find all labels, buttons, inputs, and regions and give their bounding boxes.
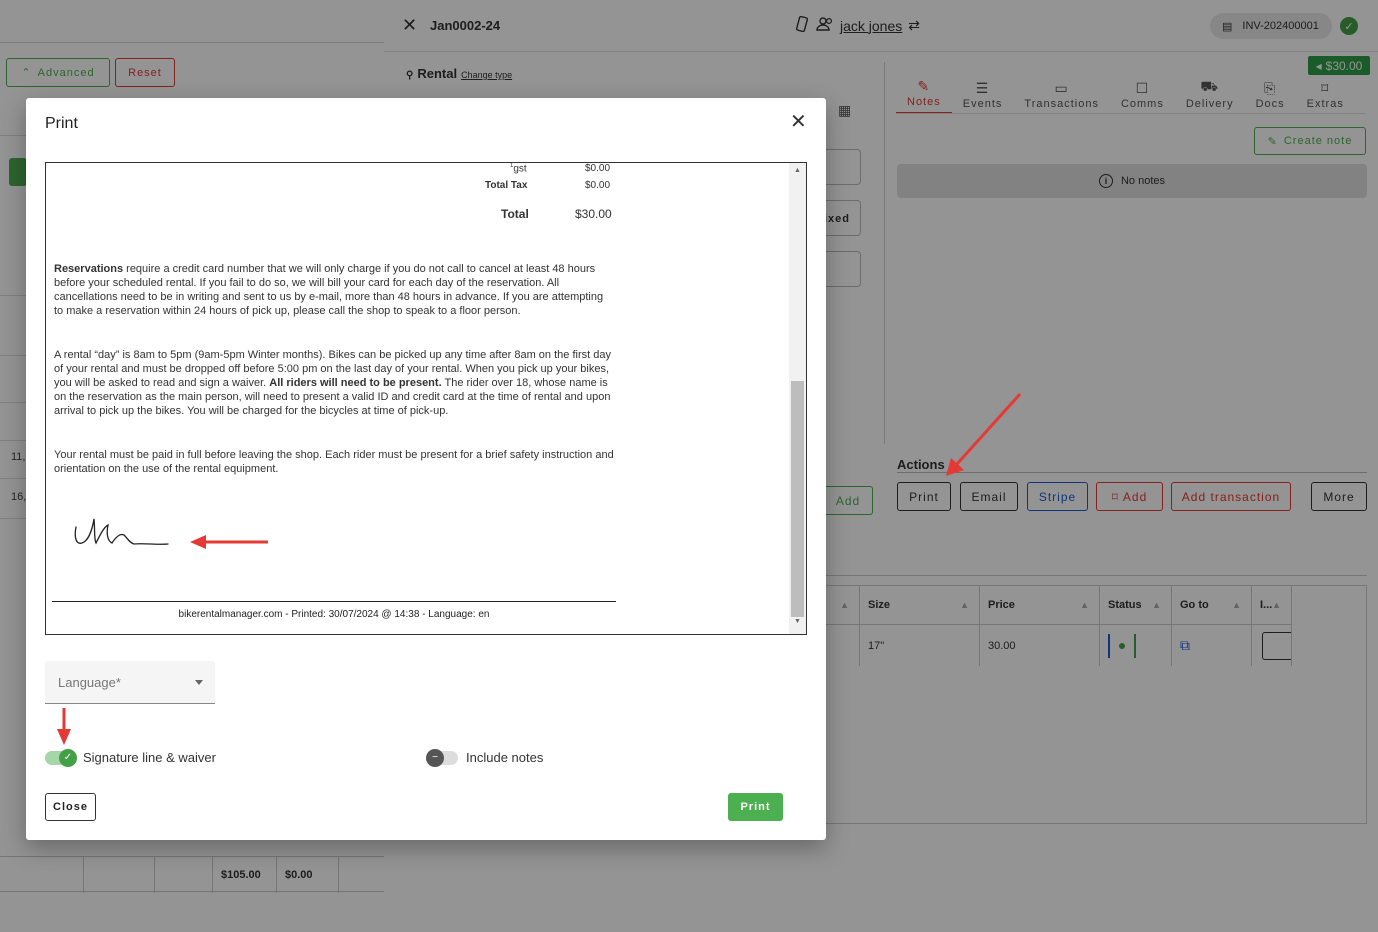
scroll-up-icon[interactable]: ▲: [794, 167, 801, 174]
minus-icon: −: [426, 748, 444, 767]
total-value: $30.00: [575, 207, 612, 221]
total-tax-label: Total Tax: [485, 180, 528, 191]
notes-toggle[interactable]: − Include notes: [426, 748, 544, 767]
policy-emphasis: All riders will need to be present.: [269, 377, 442, 389]
signature-line: [52, 601, 616, 602]
scroll-down-icon[interactable]: ▼: [794, 618, 801, 625]
preview-scrollbar[interactable]: ▲ ▼: [789, 163, 806, 634]
rental-day-policy: A rental “day” is 8am to 5pm (9am-5pm Wi…: [54, 348, 614, 418]
policy-text: require a credit card number that we wil…: [54, 263, 604, 317]
signature-toggle-label: Signature line & waiver: [83, 750, 216, 765]
signature-image: [74, 518, 169, 545]
language-placeholder: Language*: [58, 674, 121, 690]
dropdown-caret-icon: [195, 680, 203, 685]
language-select[interactable]: Language*: [45, 661, 215, 704]
reservation-policy: Reservations require a credit card numbe…: [54, 262, 614, 318]
gst-label-text: gst: [513, 163, 527, 175]
payment-policy: Your rental must be paid in full before …: [54, 449, 614, 475]
signature-toggle[interactable]: ✓ Signature line & waiver: [45, 748, 216, 767]
gst-value: $0.00: [585, 163, 611, 174]
scroll-thumb[interactable]: [791, 381, 804, 617]
total-tax-value: $0.00: [585, 180, 611, 191]
dialog-title: Print: [45, 115, 78, 132]
signature-switch[interactable]: ✓: [45, 748, 77, 767]
print-button[interactable]: Print: [728, 793, 783, 821]
total-label: Total: [501, 207, 529, 221]
check-icon: ✓: [59, 748, 77, 767]
print-preview[interactable]: 1gst $0.00 Total Tax $0.00 Total $30.00 …: [45, 162, 807, 635]
print-dialog: Print ✕ 1gst $0.00 Total Tax $0.00 Total…: [26, 98, 826, 840]
close-button[interactable]: Close: [45, 793, 96, 821]
close-icon[interactable]: ✕: [790, 112, 807, 132]
policy-heading: Reservations: [54, 263, 124, 275]
preview-footer: bikerentalmanager.com - Printed: 30/07/2…: [178, 609, 490, 620]
notes-switch[interactable]: −: [426, 748, 458, 767]
notes-toggle-label: Include notes: [466, 750, 544, 765]
annotation-arrow: [190, 535, 268, 549]
gst-label: 1gst: [510, 163, 527, 175]
